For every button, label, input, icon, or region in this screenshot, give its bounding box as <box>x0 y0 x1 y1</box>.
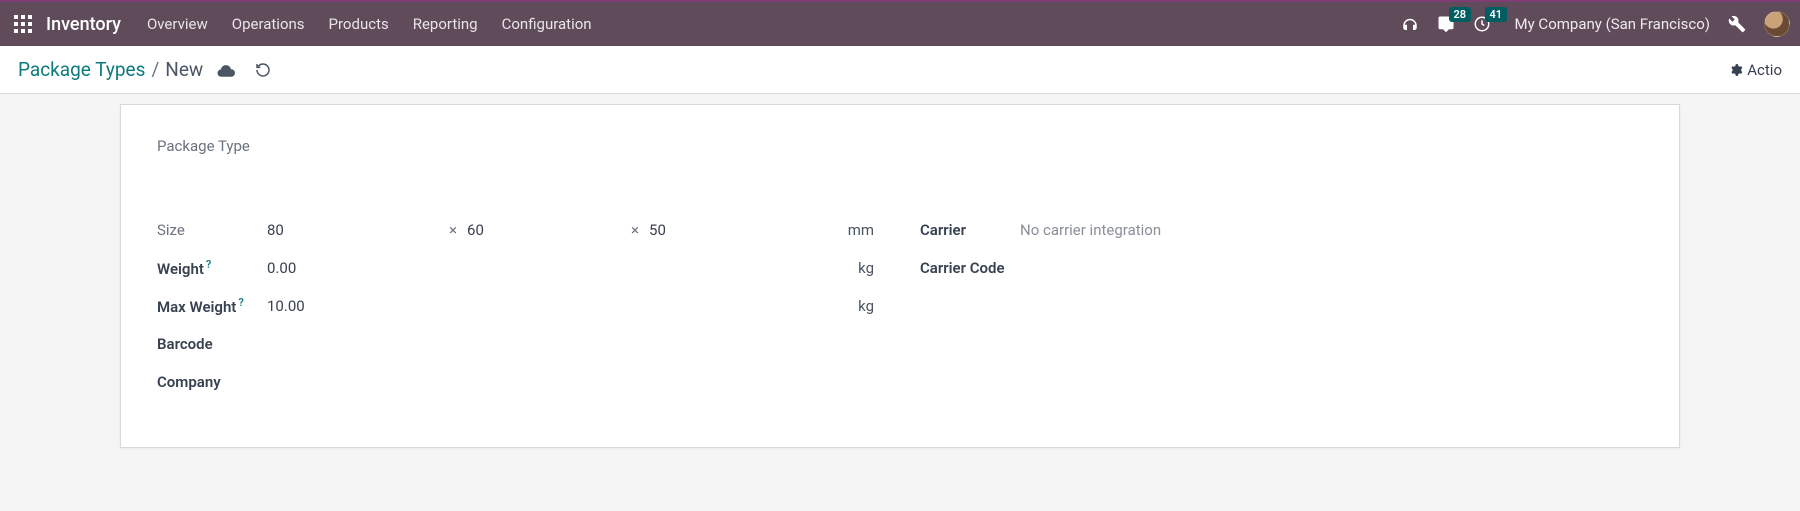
row-carrier: Carrier No carrier integration <box>920 211 1643 249</box>
cloud-save-icon[interactable] <box>217 63 235 77</box>
app-title[interactable]: Inventory <box>46 14 121 35</box>
carrier-label: Carrier <box>920 221 1020 239</box>
nav-overview[interactable]: Overview <box>147 15 208 33</box>
size-width[interactable]: 60 <box>467 221 484 239</box>
maxweight-value[interactable]: 10.00 <box>267 297 305 315</box>
weight-value[interactable]: 0.00 <box>267 259 296 277</box>
form-left-col: Size 80 × 60 × 50 mm Weight? 0.00 kg <box>157 211 880 401</box>
breadcrumb-current: New <box>165 58 203 81</box>
nav-configuration[interactable]: Configuration <box>502 15 592 33</box>
carrier-value[interactable]: No carrier integration <box>1020 221 1643 239</box>
row-carriercode: Carrier Code <box>920 249 1643 287</box>
activities-icon[interactable]: 41 <box>1473 15 1491 33</box>
avatar[interactable] <box>1764 11 1790 37</box>
actions-menu[interactable]: Actio <box>1729 61 1782 79</box>
maxweight-label: Max Weight? <box>157 296 267 316</box>
size-values: 80 × 60 × 50 mm <box>267 221 880 239</box>
weight-unit: kg <box>858 259 880 277</box>
breadcrumb-row: Package Types / New Actio <box>0 46 1800 94</box>
nav-products[interactable]: Products <box>329 15 389 33</box>
carriercode-label: Carrier Code <box>920 259 1020 277</box>
row-size: Size 80 × 60 × 50 mm <box>157 211 880 249</box>
row-company: Company <box>157 363 880 401</box>
nav-menu: Overview Operations Products Reporting C… <box>147 15 592 33</box>
help-icon[interactable]: ? <box>238 296 243 309</box>
activities-badge: 41 <box>1485 7 1508 22</box>
breadcrumb-sep: / <box>151 58 159 81</box>
size-length[interactable]: 80 <box>267 221 437 239</box>
nav-reporting[interactable]: Reporting <box>413 15 478 33</box>
help-icon[interactable]: ? <box>206 258 211 271</box>
support-icon[interactable] <box>1401 15 1419 33</box>
discard-icon[interactable] <box>255 62 271 78</box>
company-label: Company <box>157 373 267 391</box>
topbar-right: 28 41 My Company (San Francisco) <box>1401 11 1790 37</box>
messages-badge: 28 <box>1449 7 1472 22</box>
maxweight-unit: kg <box>858 297 880 315</box>
debug-icon[interactable] <box>1728 15 1746 33</box>
row-weight: Weight? 0.00 kg <box>157 249 880 287</box>
form-right-col: Carrier No carrier integration Carrier C… <box>920 211 1643 401</box>
nav-operations[interactable]: Operations <box>232 15 305 33</box>
weight-values: 0.00 kg <box>267 259 880 277</box>
times-icon: × <box>449 221 457 239</box>
size-height[interactable]: 50 <box>649 221 666 239</box>
messages-icon[interactable]: 28 <box>1437 15 1455 33</box>
form-sheet: Package Type Size 80 × 60 × 50 mm Weight? … <box>120 104 1680 448</box>
actions-label: Actio <box>1747 61 1782 79</box>
row-maxweight: Max Weight? 10.00 kg <box>157 287 880 325</box>
form-grid: Size 80 × 60 × 50 mm Weight? 0.00 kg <box>157 211 1643 401</box>
size-unit: mm <box>848 221 880 239</box>
weight-label: Weight? <box>157 258 267 278</box>
row-barcode: Barcode <box>157 325 880 363</box>
barcode-label: Barcode <box>157 335 267 353</box>
size-label: Size <box>157 221 267 239</box>
times-icon: × <box>631 221 639 239</box>
package-type-label[interactable]: Package Type <box>157 137 1643 155</box>
company-selector[interactable]: My Company (San Francisco) <box>1515 15 1710 33</box>
breadcrumb-parent[interactable]: Package Types <box>18 58 145 81</box>
topbar: Inventory Overview Operations Products R… <box>0 0 1800 46</box>
sheet-wrap: Package Type Size 80 × 60 × 50 mm Weight? … <box>0 94 1800 488</box>
apps-icon[interactable] <box>14 15 32 33</box>
maxweight-values: 10.00 kg <box>267 297 880 315</box>
